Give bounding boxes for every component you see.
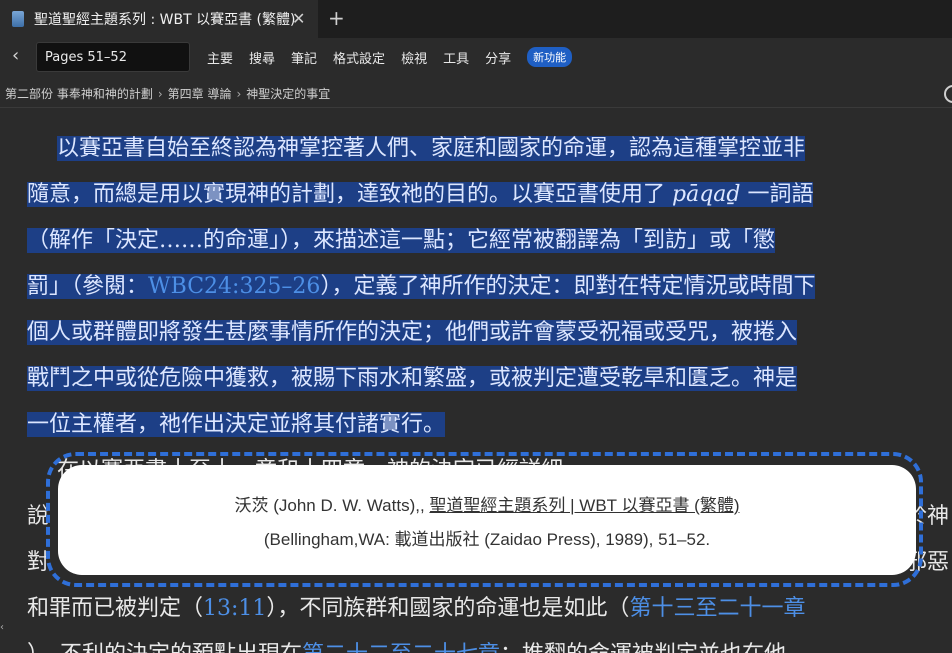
selected-text-segment: ），定義了神所作的決定：即對在特定情況或時間下 — [320, 274, 816, 299]
scripture-link[interactable]: WBC24:325–26 — [148, 274, 320, 299]
selected-text[interactable]: 一位主權者，祂作出決定並將其付諸實行。 — [27, 412, 446, 437]
selected-text-segment: 隨意，而總是用以實現神的計劃，達致祂的目的。以賽亞書使用了 — [27, 182, 672, 207]
body-text: ；推翻的命運被判定並也在他 — [500, 642, 786, 653]
breadcrumb: 第二部份 事奉神和神的計劃 › 第四章 導論 › 神聖決定的事宜 — [0, 80, 952, 108]
paragraph-line: 罰」（參閱：WBC24:325–26），定義了神所作的決定：即對在特定情況或時間… — [27, 264, 952, 310]
breadcrumb-item-part[interactable]: 第二部份 事奉神和神的計劃 — [5, 85, 153, 102]
new-feature-badge[interactable]: 新功能 — [527, 47, 573, 67]
left-edge-arrow-icon[interactable]: ‹ — [0, 622, 4, 633]
selected-text[interactable]: 以賽亞書自始至終認為神掌控著人們、家庭和國家的命運，認為這種掌控並非 — [57, 136, 806, 161]
citation-publisher: (Bellingham,WA: 載道出版社 (Zaidao Press), 19… — [263, 530, 711, 549]
menu-item-format[interactable]: 格式設定 — [333, 48, 385, 67]
body-text: ），不同族群和國家的命運也是如此（ — [266, 596, 630, 621]
tab-bar: 聖道聖經主題系列 : WBT 以賽亞書 (繁體) ✕ + — [0, 0, 952, 38]
citation-line: 沃茨 (John D. W. Watts),, 聖道聖經主題系列 | WBT 以… — [58, 491, 916, 516]
selected-text-segment: 罰」（參閱： — [27, 274, 149, 299]
selected-text[interactable]: 隨意，而總是用以實現神的計劃，達致祂的目的。以賽亞書使用了 pāqaḏ 一詞語 — [27, 182, 814, 207]
menu-item-home[interactable]: 主要 — [207, 48, 233, 67]
breadcrumb-item-section[interactable]: 神聖決定的事宜 — [246, 85, 330, 102]
tab-title: 聖道聖經主題系列 : WBT 以賽亞書 (繁體) — [34, 12, 296, 28]
paragraph-line: 隨意，而總是用以實現神的計劃，達致祂的目的。以賽亞書使用了 pāqaḏ 一詞語 — [27, 172, 952, 218]
body-text: 和罪而已被判定（ — [27, 596, 204, 621]
citation-title-link[interactable]: 聖道聖經主題系列 | WBT 以賽亞書 (繁體) — [429, 496, 739, 515]
selected-text[interactable]: 個人或群體即將發生甚麼事情所作的決定；他們或許會蒙受祝福或受咒，被捲入 — [27, 320, 798, 345]
selected-text[interactable]: 罰」（參閱：WBC24:325–26），定義了神所作的決定：即對在特定情況或時間… — [27, 274, 816, 299]
paragraph-line: 和罪而已被判定（13:11），不同族群和國家的命運也是如此（第十三至二十一章 — [27, 586, 952, 632]
tab-active[interactable]: 聖道聖經主題系列 : WBT 以賽亞書 (繁體) — [0, 0, 318, 38]
paragraph-line: 戰鬥之中或從危險中獲救，被賜下雨水和繁盛，或被判定遭受乾旱和匱乏。神是 — [27, 356, 952, 402]
menu-item-notes[interactable]: 筆記 — [291, 48, 317, 67]
breadcrumb-separator: › — [157, 86, 163, 101]
citation-popup[interactable]: 沃茨 (John D. W. Watts),, 聖道聖經主題系列 | WBT 以… — [58, 465, 916, 575]
menu-item-share[interactable]: 分享 — [485, 48, 511, 67]
paragraph-line: ），不利的決定的預點出現在第二十二至二十七章；推翻的命運被判定並也在他 — [27, 632, 952, 653]
citation-author: 沃茨 (John D. W. Watts),, — [234, 496, 430, 515]
book-icon — [12, 11, 24, 27]
paragraph-line: 一位主權者，祂作出決定並將其付諸實行。 — [27, 402, 952, 448]
scripture-link[interactable]: 13:11 — [203, 596, 266, 621]
menu-item-view[interactable]: 檢視 — [401, 48, 427, 67]
menu-item-tools[interactable]: 工具 — [443, 48, 469, 67]
selected-text-segment: 一詞語 — [740, 182, 814, 207]
scripture-link[interactable]: 第二十二至二十七章 — [302, 642, 500, 653]
new-tab-icon[interactable]: + — [328, 7, 345, 29]
close-icon[interactable]: ✕ — [292, 10, 305, 28]
scripture-link[interactable]: 第十三至二十一章 — [629, 596, 805, 621]
paragraph-line: 個人或群體即將發生甚麼事情所作的決定；他們或許會蒙受祝福或受咒，被捲入 — [27, 310, 952, 356]
selected-text[interactable]: （解作「決定……的命運」），來描述這一點；它經常被翻譯為「到訪」或「懲 — [27, 228, 776, 253]
paragraph-line: 以賽亞書自始至終認為神掌控著人們、家庭和國家的命運，認為這種掌控並非 — [57, 126, 952, 172]
menu-item-search[interactable]: 搜尋 — [249, 48, 275, 67]
pages-input[interactable] — [36, 42, 190, 72]
back-icon[interactable]: ‹ — [12, 46, 19, 66]
paragraph-line: （解作「決定……的命運」），來描述這一點；它經常被翻譯為「到訪」或「懲 — [27, 218, 952, 264]
breadcrumb-item-chapter[interactable]: 第四章 導論 — [168, 85, 232, 102]
menu: 主要 搜尋 筆記 格式設定 檢視 工具 分享 新功能 — [207, 38, 573, 76]
breadcrumb-separator: › — [236, 86, 242, 101]
hebrew-term: pāqaḏ — [672, 182, 741, 207]
toolbar: ‹ 主要 搜尋 筆記 格式設定 檢視 工具 分享 新功能 — [0, 38, 952, 103]
selected-text[interactable]: 戰鬥之中或從危險中獲救，被賜下雨水和繁盛，或被判定遭受乾旱和匱乏。神是 — [27, 366, 798, 391]
body-text: ），不利的決定的預點出現在 — [27, 642, 302, 653]
